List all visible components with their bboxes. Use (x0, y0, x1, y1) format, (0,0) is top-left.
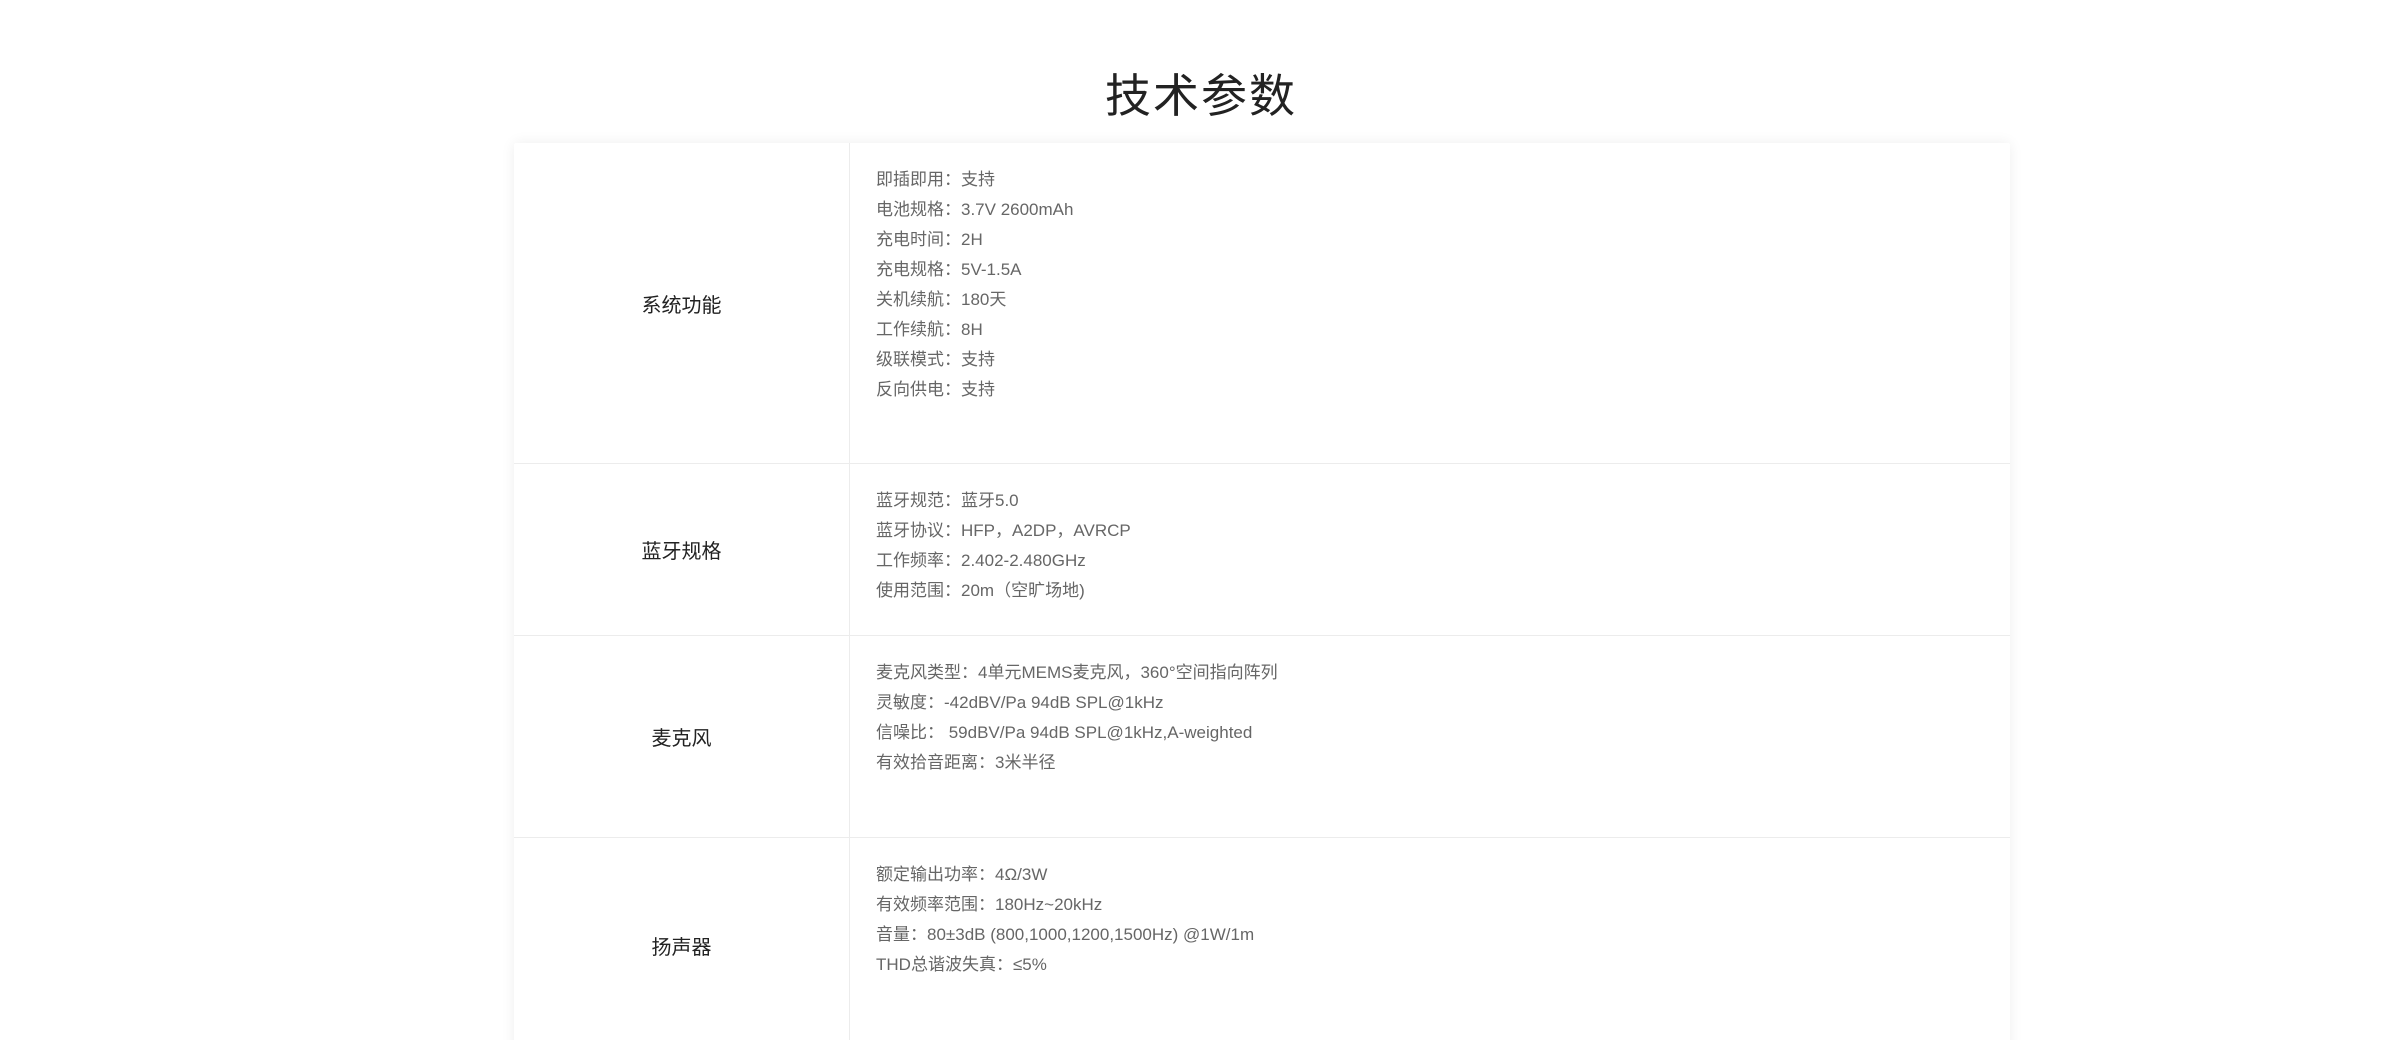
spec-item: 额定输出功率：4Ω/3W (876, 865, 1048, 884)
spec-row-bluetooth: 蓝牙规格 蓝牙规范：蓝牙5.0 蓝牙协议：HFP，A2DP，AVRCP 工作频率… (514, 464, 2010, 636)
spec-row-system: 系统功能 即插即用：支持 电池规格：3.7V 2600mAh 充电时间：2H 充… (514, 143, 2010, 464)
spec-item: 级联模式：支持 (876, 350, 995, 369)
spec-item: 充电时间：2H (876, 230, 983, 249)
spec-item: 充电规格：5V-1.5A (876, 260, 1022, 279)
spec-item: 使用范围：20m（空旷场地) (876, 581, 1085, 600)
spec-item: 反向供电：支持 (876, 380, 995, 399)
spec-item: 麦克风类型：4单元MEMS麦克风，360°空间指向阵列 (876, 663, 1278, 682)
spec-item: 关机续航：180天 (876, 290, 1007, 309)
spec-page: 技术参数 系统功能 即插即用：支持 电池规格：3.7V 2600mAh 充电时间… (0, 0, 2402, 1040)
spec-item-list: 蓝牙规范：蓝牙5.0 蓝牙协议：HFP，A2DP，AVRCP 工作频率：2.40… (876, 486, 1131, 606)
spec-label: 蓝牙规格 (641, 541, 722, 563)
spec-item: 蓝牙协议：HFP，A2DP，AVRCP (876, 521, 1131, 540)
spec-label-cell: 蓝牙规格 (514, 464, 850, 635)
spec-row-speaker: 扬声器 额定输出功率：4Ω/3W 有效频率范围：180Hz~20kHz 音量：8… (514, 838, 2010, 1040)
page-title: 技术参数 (1105, 69, 1297, 122)
spec-item: 工作频率：2.402-2.480GHz (876, 551, 1086, 570)
spec-item: 灵敏度：-42dBV/Pa 94dB SPL@1kHz (876, 693, 1164, 712)
spec-item-list: 麦克风类型：4单元MEMS麦克风，360°空间指向阵列 灵敏度：-42dBV/P… (876, 658, 1278, 778)
spec-row-microphone: 麦克风 麦克风类型：4单元MEMS麦克风，360°空间指向阵列 灵敏度：-42d… (514, 636, 2010, 838)
spec-label-cell: 麦克风 (514, 636, 850, 837)
spec-item: 工作续航：8H (876, 320, 983, 339)
spec-label: 麦克风 (651, 728, 712, 750)
spec-label-cell: 系统功能 (514, 143, 850, 463)
spec-item-list: 即插即用：支持 电池规格：3.7V 2600mAh 充电时间：2H 充电规格：5… (876, 165, 1073, 405)
spec-item: 有效频率范围：180Hz~20kHz (876, 895, 1103, 914)
spec-item: 音量：80±3dB (800,1000,1200,1500Hz) @1W/1m (876, 925, 1255, 944)
spec-item-list: 额定输出功率：4Ω/3W 有效频率范围：180Hz~20kHz 音量：80±3d… (876, 860, 1254, 980)
spec-label-cell: 扬声器 (514, 838, 850, 1040)
spec-item: 即插即用：支持 (876, 170, 995, 189)
spec-item: 有效拾音距离：3米半径 (876, 753, 1056, 772)
spec-item: 电池规格：3.7V 2600mAh (876, 200, 1074, 219)
spec-item: 信噪比： 59dBV/Pa 94dB SPL@1kHz,A-weighted (876, 723, 1253, 742)
spec-label: 系统功能 (641, 294, 722, 317)
spec-table: 系统功能 即插即用：支持 电池规格：3.7V 2600mAh 充电时间：2H 充… (514, 143, 2010, 1040)
spec-item: 蓝牙规范：蓝牙5.0 (876, 491, 1019, 510)
spec-item: THD总谐波失真：≤5% (876, 955, 1047, 974)
spec-label: 扬声器 (651, 936, 712, 959)
